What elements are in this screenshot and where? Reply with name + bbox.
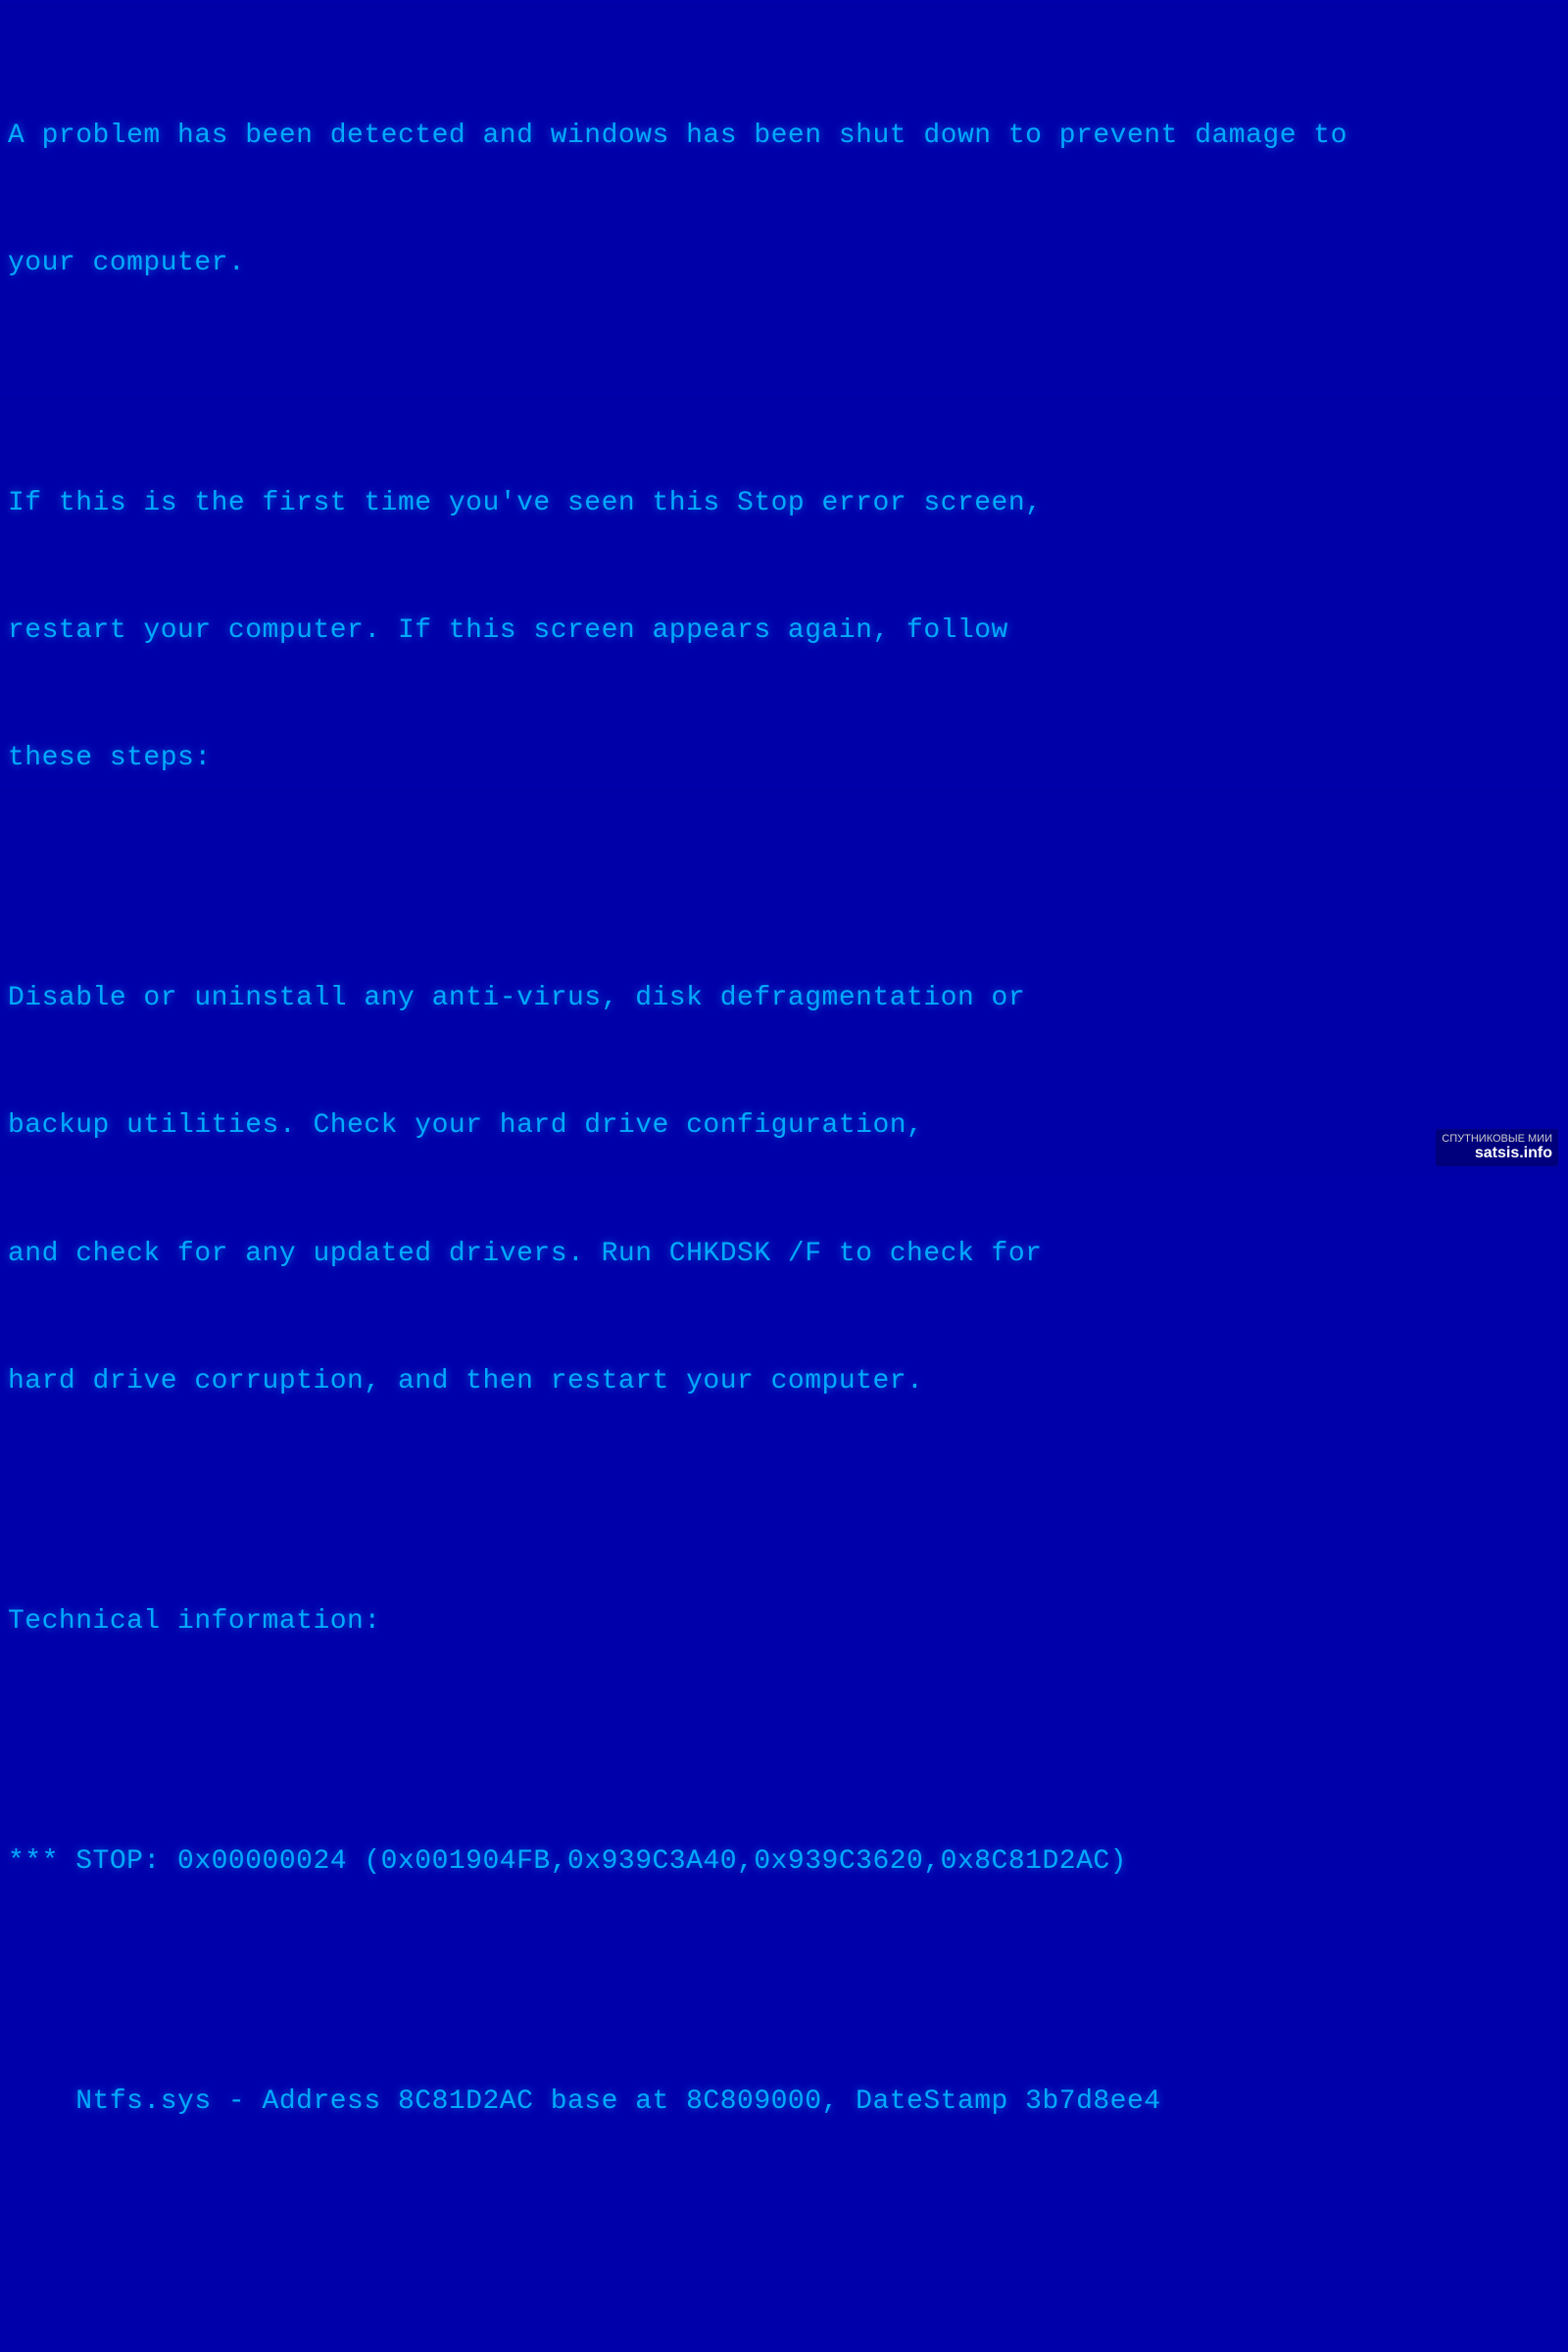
bsod-text-block: A problem has been detected and windows …: [0, 29, 1568, 2352]
bsod-line-8: Disable or uninstall any anti-virus, dis…: [0, 977, 1568, 1019]
watermark-top-text: СПУТНИКОВЫЕ МИИ: [1442, 1133, 1552, 1145]
bsod-line-5: restart your computer. If this screen ap…: [0, 610, 1568, 652]
bsod-spacer-1: [0, 369, 1568, 397]
bsod-stop-line: *** STOP: 0x00000024 (0x001904FB,0x939C3…: [0, 1840, 1568, 1883]
bsod-line-2: your computer.: [0, 242, 1568, 284]
bsod-line-10: and check for any updated drivers. Run C…: [0, 1233, 1568, 1275]
bsod-spacer-7: [0, 2321, 1568, 2348]
bsod-line-9: backup utilities. Check your hard drive …: [0, 1104, 1568, 1147]
bsod-ntfs-line: Ntfs.sys - Address 8C81D2AC base at 8C80…: [0, 2081, 1568, 2123]
watermark-site: satsis.info: [1442, 1145, 1552, 1162]
bsod-screen: A problem has been detected and windows …: [0, 0, 1568, 1176]
bsod-spacer-2: [0, 864, 1568, 892]
bsod-line-11: hard drive corruption, and then restart …: [0, 1360, 1568, 1402]
bsod-spacer-3: [0, 1488, 1568, 1515]
watermark: СПУТНИКОВЫЕ МИИ satsis.info: [1436, 1129, 1558, 1166]
bsod-line-1: A problem has been detected and windows …: [0, 115, 1568, 157]
bsod-spacer-5: [0, 1968, 1568, 1995]
bsod-spacer-6: [0, 2208, 1568, 2235]
bsod-spacer-4: [0, 1728, 1568, 1755]
bsod-line-4: If this is the first time you've seen th…: [0, 482, 1568, 524]
bsod-line-13: Technical information:: [0, 1600, 1568, 1642]
bsod-line-6: these steps:: [0, 737, 1568, 779]
